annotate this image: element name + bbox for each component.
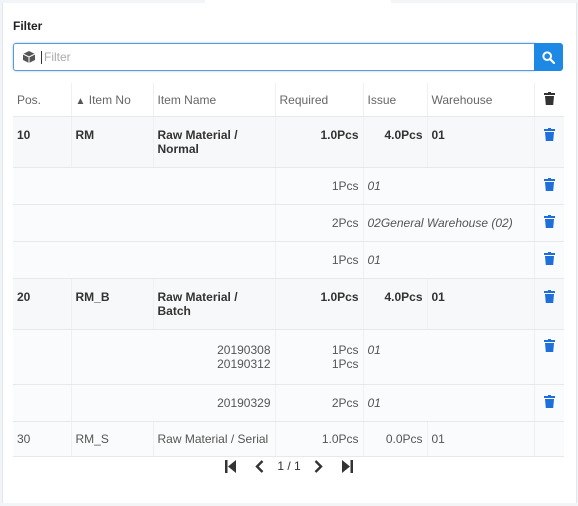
- text-caret: [41, 51, 42, 64]
- page-info: 1 / 1: [277, 459, 301, 473]
- col-item-name[interactable]: Item Name: [153, 83, 276, 117]
- table-row[interactable]: 20 RM_B Raw Material / Batch 1.0Pcs 4.0P…: [13, 278, 564, 330]
- table-row[interactable]: 2Pcs 02General Warehouse (02): [13, 204, 564, 242]
- components-table: Pos. ▲ Item No Item Name Required Issue …: [13, 83, 564, 457]
- next-page-button[interactable]: [314, 459, 323, 473]
- delete-row-button[interactable]: [534, 167, 564, 205]
- cell-required: 1.0Pcs: [275, 421, 364, 457]
- col-delete-all[interactable]: [534, 83, 564, 117]
- cell-item-no: RM: [71, 116, 154, 168]
- cell-pos: 10: [13, 116, 72, 168]
- cell-item-name: Raw Material / Batch: [153, 278, 276, 330]
- delete-row-button[interactable]: [534, 329, 564, 385]
- cell-issue-warehouse: 01: [363, 384, 535, 422]
- filter-input[interactable]: [44, 47, 524, 67]
- cell-required: 1.0Pcs: [275, 278, 364, 330]
- cell-issue: 0.0Pcs: [363, 421, 428, 457]
- last-page-icon: [341, 459, 353, 473]
- col-item-no-label: Item No: [88, 92, 131, 107]
- cell-item-no: RM_B: [71, 278, 154, 330]
- batch-qty: 1Pcs: [331, 343, 359, 357]
- last-page-button[interactable]: [341, 459, 353, 473]
- pagination: 1 / 1: [0, 455, 578, 477]
- col-item-no[interactable]: ▲ Item No: [71, 83, 154, 117]
- search-icon: [542, 50, 555, 64]
- cell-item-name: Raw Material / Normal: [153, 116, 276, 168]
- trash-icon: [543, 395, 555, 408]
- table-row[interactable]: 1Pcs 01: [13, 241, 564, 279]
- cell-issue-qty: 1Pcs: [275, 167, 364, 205]
- table-row[interactable]: 10 RM Raw Material / Normal 1.0Pcs 4.0Pc…: [13, 116, 564, 168]
- sort-asc-icon: ▲: [75, 95, 86, 107]
- cell-batch: 20190308 20190312: [71, 329, 276, 385]
- cell-item-no: RM_S: [71, 421, 154, 457]
- first-page-icon: [225, 459, 237, 473]
- trash-icon: [543, 178, 555, 191]
- trash-icon: [543, 91, 555, 105]
- cell-required: 1.0Pcs: [275, 116, 364, 168]
- cube-icon: [22, 51, 36, 63]
- batch-warehouse: 01: [367, 343, 381, 357]
- trash-icon: [543, 215, 555, 228]
- trash-icon: [543, 252, 555, 265]
- filter-label: Filter: [13, 19, 43, 33]
- trash-icon: [543, 290, 555, 303]
- table-row[interactable]: 30 RM_S Raw Material / Serial 1.0Pcs 0.0…: [13, 421, 564, 457]
- col-warehouse[interactable]: Warehouse: [427, 83, 535, 117]
- cell-warehouse: 01: [427, 278, 535, 330]
- table-row[interactable]: 20190308 20190312 1Pcs 1Pcs 01: [13, 329, 564, 385]
- cell-item-name: Raw Material / Serial: [153, 421, 276, 457]
- trash-icon: [543, 128, 555, 141]
- cell-pos: 20: [13, 278, 72, 330]
- first-page-button[interactable]: [225, 459, 237, 473]
- delete-row-button[interactable]: [534, 116, 564, 168]
- cell-warehouse: 01: [427, 116, 535, 168]
- search-box[interactable]: [13, 43, 535, 71]
- cell-issue: 4.0Pcs: [363, 278, 428, 330]
- cell-issue-qty: 2Pcs: [275, 384, 364, 422]
- prev-page-button[interactable]: [255, 459, 264, 473]
- cell-issue-warehouse: 01: [363, 167, 535, 205]
- batch-number: 20190308: [217, 343, 271, 357]
- delete-row-button[interactable]: [534, 278, 564, 330]
- search-button[interactable]: [534, 43, 563, 71]
- table-row[interactable]: 1Pcs 01: [13, 167, 564, 205]
- cell-issue-qty: 2Pcs: [275, 204, 364, 242]
- chevron-left-icon: [255, 459, 264, 473]
- cell-issue-warehouse: 02General Warehouse (02): [363, 204, 535, 242]
- delete-row-button[interactable]: [534, 384, 564, 422]
- table-header: Pos. ▲ Item No Item Name Required Issue …: [13, 83, 564, 117]
- batch-number: 20190312: [217, 357, 271, 371]
- cell-issue-warehouse: 01: [363, 329, 535, 385]
- cell-warehouse: 01: [427, 421, 535, 457]
- delete-row-button[interactable]: [534, 204, 564, 242]
- trash-icon: [543, 339, 555, 352]
- cell-issue: 4.0Pcs: [363, 116, 428, 168]
- batch-qty: 1Pcs: [331, 357, 359, 371]
- table-row[interactable]: 20190329 2Pcs 01: [13, 384, 564, 422]
- batch-number: 20190329: [71, 384, 276, 422]
- col-required[interactable]: Required: [275, 83, 364, 117]
- cell-issue-qty: 1Pcs 1Pcs: [275, 329, 364, 385]
- search-bar: [13, 43, 563, 71]
- col-issue[interactable]: Issue: [363, 83, 428, 117]
- col-pos[interactable]: Pos.: [13, 83, 72, 117]
- cell-issue-qty: 1Pcs: [275, 241, 364, 279]
- chevron-right-icon: [314, 459, 323, 473]
- cell-pos: 30: [13, 421, 72, 457]
- cell-issue-warehouse: 01: [363, 241, 535, 279]
- delete-row-button[interactable]: [534, 241, 564, 279]
